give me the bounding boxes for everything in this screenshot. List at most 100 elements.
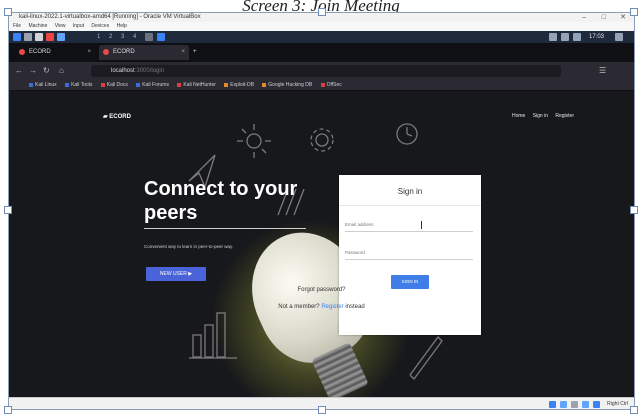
- screenshot-root: Screen 3: Join Meeting kali-linux-2022.1…: [0, 0, 642, 416]
- bookmark-icon: [29, 82, 33, 87]
- bookmark-item[interactable]: Google Hacking DB: [262, 82, 312, 88]
- email-field[interactable]: Email address: [345, 219, 473, 232]
- browser-nav-bar: ← → ↻ ⌂ localhost:3000/login ☰: [9, 62, 634, 80]
- pencil-doodle-icon: [409, 336, 443, 380]
- new-user-button[interactable]: NEW USER ▶: [146, 267, 206, 281]
- new-tab-button[interactable]: +: [191, 45, 197, 60]
- gear-doodle-icon: [310, 128, 334, 152]
- back-icon[interactable]: ←: [15, 65, 23, 77]
- resize-handle[interactable]: [4, 8, 12, 16]
- bookmark-item[interactable]: Kali Tools: [65, 82, 92, 88]
- workspace-3[interactable]: 3: [121, 33, 124, 41]
- text-cursor: [421, 221, 422, 229]
- bookmark-icon: [177, 82, 182, 87]
- menu-devices[interactable]: Devices: [91, 23, 109, 29]
- brand-logo[interactable]: ▰ ECORD: [103, 113, 131, 120]
- recording-icon[interactable]: [593, 401, 600, 408]
- network-icon[interactable]: [549, 401, 556, 408]
- forward-icon[interactable]: →: [29, 65, 37, 77]
- host-key-label: Right Ctrl: [607, 401, 628, 407]
- tray-icon[interactable]: [549, 33, 557, 41]
- menu-file[interactable]: File: [13, 23, 21, 29]
- signin-title: Sign in: [397, 187, 423, 196]
- register-link[interactable]: Register: [321, 304, 343, 310]
- firefox-icon[interactable]: [46, 33, 54, 41]
- bookmark-item[interactable]: Exploit-DB: [224, 82, 254, 88]
- reload-icon[interactable]: ↻: [43, 65, 50, 77]
- menu-input[interactable]: Input: [73, 23, 84, 29]
- url-path: :3000/login: [134, 68, 165, 74]
- bookmark-item[interactable]: Kali NetHunter: [177, 82, 216, 88]
- taskbar-app-icon[interactable]: [157, 33, 165, 41]
- workspace-2[interactable]: 2: [109, 33, 112, 41]
- resize-handle[interactable]: [318, 406, 326, 414]
- divider: [339, 205, 481, 206]
- new-user-label: NEW USER: [159, 271, 187, 277]
- forgot-password-link[interactable]: Forgot password?: [9, 287, 634, 293]
- close-button[interactable]: ✕: [620, 13, 626, 22]
- workspace-1[interactable]: 1: [97, 33, 100, 41]
- workspace-4[interactable]: 4: [133, 33, 136, 41]
- vbox-title: kali-linux-2022.1-virtualbox-amd64 [Runn…: [19, 14, 201, 20]
- url-host: localhost: [111, 68, 135, 74]
- home-icon[interactable]: ⌂: [59, 65, 64, 77]
- resize-handle[interactable]: [630, 406, 638, 414]
- browser-tab-bar: ECORD × ECORD × +: [9, 43, 634, 62]
- shared-folder-icon[interactable]: [582, 401, 589, 408]
- web-page: ▰ ECORD Home Sign in Register Connect to…: [9, 91, 634, 397]
- signin-card: Sign in Email address Password SIGN IN: [339, 175, 481, 335]
- bookmark-item[interactable]: Kali Linux: [29, 82, 57, 88]
- close-tab-icon[interactable]: ×: [181, 45, 185, 60]
- files-icon[interactable]: [24, 33, 32, 41]
- minimize-button[interactable]: –: [582, 13, 586, 22]
- menu-help[interactable]: Help: [117, 23, 127, 29]
- terminal-icon[interactable]: [35, 33, 43, 41]
- bookmarks-bar: Kali Linux Kali Tools Kali Docs Kali For…: [9, 80, 634, 91]
- tab-ecord-2[interactable]: ECORD ×: [99, 45, 189, 60]
- vbox-window: kali-linux-2022.1-virtualbox-amd64 [Runn…: [8, 12, 635, 410]
- ecord-favicon-icon: [19, 49, 25, 55]
- nav-register[interactable]: Register: [555, 113, 574, 119]
- brand-name: ECORD: [109, 114, 131, 120]
- tab-label: ECORD: [29, 49, 51, 55]
- bookmark-item[interactable]: Kali Docs: [100, 82, 128, 88]
- instead-text: instead: [345, 304, 365, 310]
- app-icon[interactable]: [57, 33, 65, 41]
- bookmark-icon: [100, 82, 105, 87]
- battery-icon[interactable]: [573, 33, 581, 41]
- top-nav: Home Sign in Register: [506, 113, 574, 119]
- menu-machine[interactable]: Machine: [28, 23, 47, 29]
- bookmark-icon: [262, 82, 267, 87]
- lock-icon[interactable]: [615, 33, 623, 41]
- resize-handle[interactable]: [4, 206, 12, 214]
- maximize-button[interactable]: □: [602, 13, 606, 22]
- resize-handle[interactable]: [4, 406, 12, 414]
- hero-subtitle: Convenient way to learn in peer-to-peer …: [144, 244, 234, 249]
- usb-icon[interactable]: [560, 401, 567, 408]
- arrow-right-icon: ▶: [188, 271, 193, 277]
- hero-divider: [144, 228, 306, 229]
- menu-view[interactable]: View: [55, 23, 66, 29]
- resize-handle[interactable]: [318, 8, 326, 16]
- kali-menu-icon[interactable]: [13, 33, 21, 41]
- resize-handle[interactable]: [630, 8, 638, 16]
- bookmark-icon: [224, 82, 229, 87]
- email-placeholder: Email address: [345, 222, 374, 227]
- resize-handle[interactable]: [630, 206, 638, 214]
- tab-label: ECORD: [113, 49, 135, 55]
- bookmark-item[interactable]: OffSec: [320, 82, 342, 88]
- member-prompt: Not a member? Register instead: [9, 304, 634, 310]
- password-placeholder: Password: [345, 250, 365, 255]
- bookmark-item[interactable]: Kali Forums: [136, 82, 169, 88]
- url-bar[interactable]: localhost:3000/login: [91, 65, 561, 77]
- password-field[interactable]: Password: [345, 247, 473, 260]
- nav-home[interactable]: Home: [512, 113, 525, 119]
- extensions-icon[interactable]: ☰: [599, 65, 606, 77]
- taskbar-window-icon[interactable]: [145, 33, 153, 41]
- lightbulb-doodle-icon: [237, 124, 271, 158]
- display-icon[interactable]: [571, 401, 578, 408]
- close-tab-icon[interactable]: ×: [87, 45, 91, 60]
- tab-ecord-1[interactable]: ECORD ×: [15, 45, 95, 60]
- nav-signin[interactable]: Sign in: [533, 113, 548, 119]
- volume-icon[interactable]: [561, 33, 569, 41]
